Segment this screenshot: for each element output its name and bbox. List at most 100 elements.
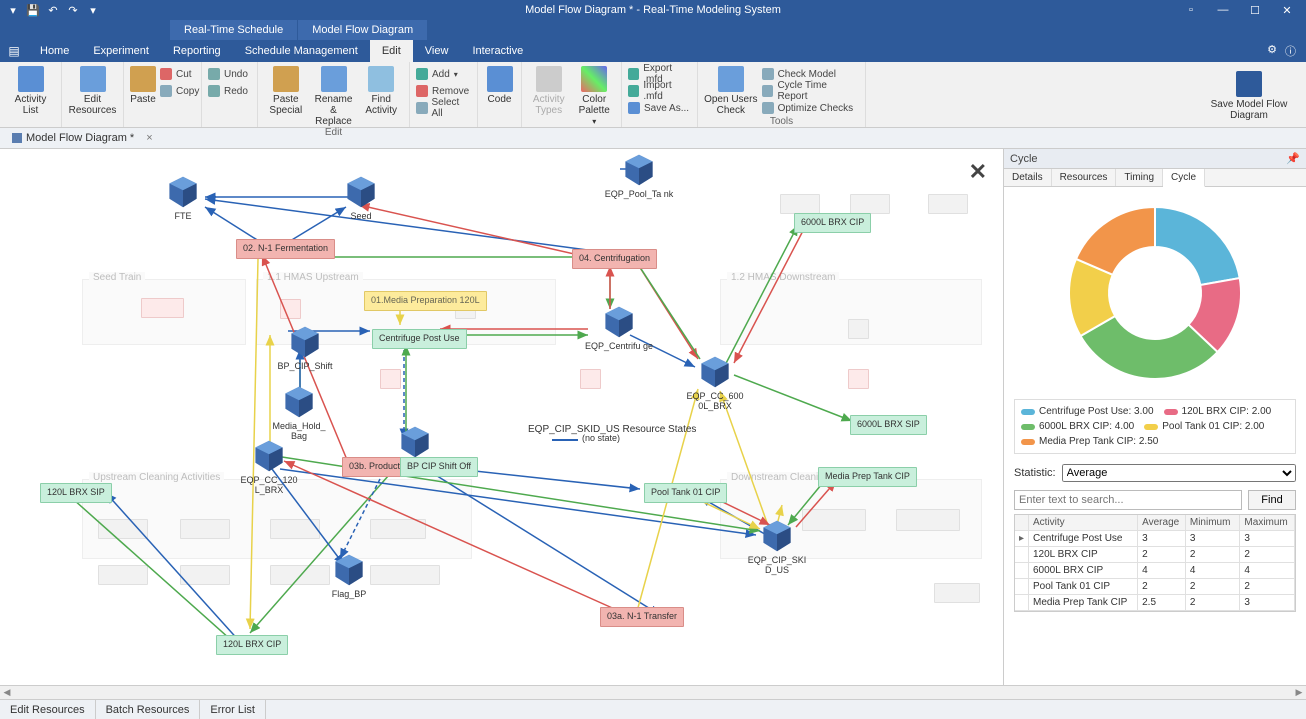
rename-replace-button[interactable]: Rename & Replace [312,64,356,127]
menu-experiment[interactable]: Experiment [81,40,161,62]
save-icon[interactable]: 💾 [26,3,40,17]
panel-tab-resources[interactable]: Resources [1052,169,1117,186]
act-6000cip[interactable]: 6000L BRX CIP [794,213,871,233]
paste-button[interactable]: Paste [130,64,156,105]
file-menu-icon[interactable]: ▤ [0,44,28,58]
subtab-modelflow[interactable]: Model Flow Diagram * [4,129,142,148]
doctab-realtime[interactable]: Real-Time Schedule [170,20,298,40]
search-input[interactable] [1014,490,1242,510]
status-batch-resources[interactable]: Batch Resources [96,700,201,719]
maximize-icon[interactable]: ☐ [1246,4,1264,17]
menu-interactive[interactable]: Interactive [460,40,535,62]
node-bpcip[interactable]: BP_CIP_Shift [270,325,340,371]
cycle-report-button[interactable]: Cycle Time Report [762,83,859,99]
act-120cip[interactable]: 120L BRX CIP [216,635,288,655]
table-row[interactable]: ▸ Centrifuge Post Use 3 3 3 [1015,531,1295,547]
panel-tabs: Details Resources Timing Cycle [1004,169,1306,187]
window-title: Model Flow Diagram * - Real-Time Modelin… [525,4,781,16]
node-extra1[interactable] [380,425,450,461]
find-button[interactable]: Find [1248,490,1296,510]
redo-icon[interactable]: ↷ [66,3,80,17]
optimize-button[interactable]: Optimize Checks [762,100,859,116]
redo-button[interactable]: Redo [208,83,248,99]
table-row[interactable]: Pool Tank 01 CIP 2 2 2 [1015,579,1295,595]
act-02[interactable]: 02. N-1 Fermentation [236,239,335,259]
undo-icon[interactable]: ↶ [46,3,60,17]
code-button[interactable]: Code [484,64,515,105]
resource-legend-line [552,439,578,441]
side-panel: Cycle 📌 Details Resources Timing Cycle Ce… [1003,149,1306,685]
paste-special-button[interactable]: Paste Special [264,64,308,116]
act-post[interactable]: Centrifuge Post Use [372,329,467,349]
chart-legend: Centrifuge Post Use: 3.00120L BRX CIP: 2… [1014,399,1296,454]
statistic-select[interactable]: Average [1062,464,1296,482]
menu-view[interactable]: View [413,40,461,62]
node-cc120[interactable]: EQP_CC_120 L_BRX [234,439,304,495]
select-all-button[interactable]: Select All [416,100,471,116]
menu-reporting[interactable]: Reporting [161,40,233,62]
legend-item: 6000L BRX CIP: 4.00 [1021,421,1134,432]
faded-seed-train: Seed Train [82,279,246,345]
act-04[interactable]: 04. Centrifugation [572,249,657,269]
node-centrifu[interactable]: EQP_Centrifu ge [584,305,654,351]
status-edit-resources[interactable]: Edit Resources [0,700,96,719]
save-diagram-button[interactable]: Save Model Flow Diagram [1204,69,1294,121]
node-mediabag[interactable]: Media_Hold_ Bag [264,385,334,441]
act-120sip[interactable]: 120L BRX SIP [40,483,112,503]
help-icon[interactable]: ⓘ [1285,43,1296,59]
minimize-icon[interactable]: — [1214,4,1232,17]
table-row[interactable]: 6000L BRX CIP 4 4 4 [1015,563,1295,579]
act-6000sip[interactable]: 6000L BRX SIP [850,415,927,435]
group-tools-label: Tools [704,116,859,127]
open-users-button[interactable]: Open Users Check [704,64,758,116]
close-icon[interactable]: ✕ [1278,4,1296,17]
gear-icon[interactable]: ⚙ [1267,43,1277,59]
ribbon-min-icon[interactable]: ▫ [1182,4,1200,17]
node-flag[interactable]: Flag_BP [314,553,384,599]
activity-list-button[interactable]: Activity List [6,64,55,116]
color-palette-button[interactable]: Color Palette▾ [574,64,616,127]
doctab-modelflow[interactable]: Model Flow Diagram [298,20,428,40]
donut-chart [1004,187,1306,393]
node-pool[interactable]: EQP_Pool_Ta nk [604,153,674,199]
add-button[interactable]: Add▾ [416,66,471,82]
activity-types-button: Activity Types [528,64,570,116]
resource-legend-sub: (no state) [582,433,620,443]
act-01[interactable]: 01.Media Preparation 120L [364,291,487,311]
node-seed[interactable]: Seed [326,175,396,221]
node-cipskid[interactable]: EQP_CIP_SKI D_US [742,519,812,575]
table-row[interactable]: Media Prep Tank CIP 2.5 2 3 [1015,595,1295,611]
h-scrollbar[interactable]: ◀▶ [0,685,1306,699]
act-pool[interactable]: Pool Tank 01 CIP [644,483,727,503]
cut-button[interactable]: Cut [160,66,199,82]
canvas-close-icon[interactable]: ✕ [969,159,987,185]
subtab-close[interactable]: × [142,132,156,144]
cycle-grid[interactable]: Activity Average Minimum Maximum ▸ Centr… [1014,514,1296,612]
dropdown-icon[interactable]: ▾ [6,3,20,17]
node-cc6000[interactable]: EQP_CC_600 0L_BRX [680,355,750,411]
act-bps[interactable]: BP CIP Shift Off [400,457,478,477]
ribbon: Activity List Edit Resources Paste Cut C… [0,62,1306,128]
menu-edit[interactable]: Edit [370,40,413,62]
panel-tab-timing[interactable]: Timing [1116,169,1163,186]
menu-schedule[interactable]: Schedule Management [233,40,370,62]
panel-pin-icon[interactable]: 📌 [1286,152,1300,165]
diagram-icon [12,133,22,143]
legend-item: Pool Tank 01 CIP: 2.00 [1144,421,1264,432]
diagram-canvas[interactable]: ✕ Seed Train 1.1 HMAS Upstream 1.2 HMAS … [0,149,1003,685]
saveas-button[interactable]: Save As... [628,100,691,116]
undo-button[interactable]: Undo [208,66,248,82]
edit-resources-button[interactable]: Edit Resources [68,64,117,116]
table-row[interactable]: 120L BRX CIP 2 2 2 [1015,547,1295,563]
chevron-down-icon[interactable]: ▾ [86,3,100,17]
act-media[interactable]: Media Prep Tank CIP [818,467,917,487]
find-activity-button[interactable]: Find Activity [359,64,403,116]
import-button[interactable]: Import .mfd [628,83,691,99]
panel-tab-details[interactable]: Details [1004,169,1052,186]
node-fte[interactable]: FTE [148,175,218,221]
panel-tab-cycle[interactable]: Cycle [1163,169,1205,187]
status-error-list[interactable]: Error List [200,700,266,719]
act-03a[interactable]: 03a. N-1 Transfer [600,607,684,627]
menu-home[interactable]: Home [28,40,81,62]
copy-button[interactable]: Copy [160,83,199,99]
